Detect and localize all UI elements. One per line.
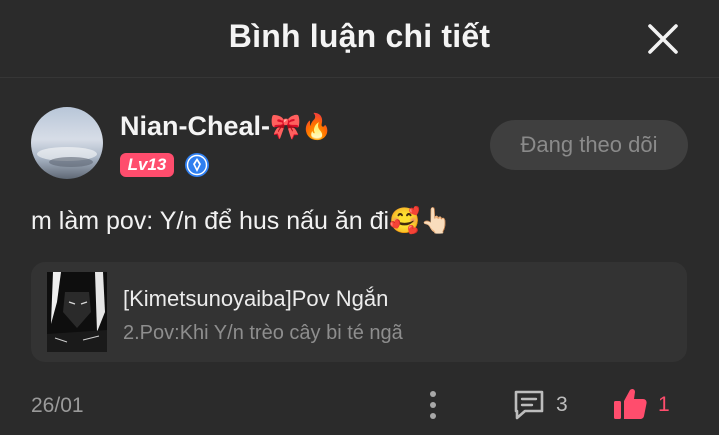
more-options-button[interactable] [426, 389, 440, 421]
thumbs-up-icon [614, 388, 647, 419]
comment-date: 26/01 [31, 394, 84, 417]
story-title: [Kimetsunoyaiba]Pov Ngắn [123, 286, 389, 311]
story-cover-art [47, 272, 107, 352]
page-title: Bình luận chi tiết [228, 18, 491, 54]
story-subtitle: 2.Pov:Khi Y/n trèo cây bi té ngã [123, 322, 403, 344]
reply-count: 3 [556, 393, 568, 416]
avatar[interactable] [31, 107, 103, 179]
vip-badge-icon [185, 153, 209, 177]
like-count: 1 [658, 393, 670, 416]
username-text: Nian-Cheal- [120, 111, 271, 141]
level-badge: Lv13 [120, 153, 174, 177]
dialog-header: Bình luận chi tiết [0, 0, 719, 78]
close-button[interactable] [646, 22, 680, 56]
story-cover [47, 272, 107, 352]
comment-text: m làm pov: Y/n để hus nấu ăn đi🥰👆🏻 [31, 207, 452, 235]
story-card[interactable]: [Kimetsunoyaiba]Pov Ngắn 2.Pov:Khi Y/n t… [31, 262, 687, 362]
comment-bubble-icon [514, 390, 544, 420]
following-button[interactable]: Đang theo dõi [490, 120, 688, 170]
username[interactable]: Nian-Cheal-🎀🔥 [120, 111, 332, 142]
username-emojis: 🎀🔥 [270, 113, 333, 141]
vip-badge [184, 152, 210, 178]
more-vertical-icon [430, 391, 436, 419]
avatar-cloud-shadow [49, 157, 93, 167]
close-icon [648, 24, 678, 54]
